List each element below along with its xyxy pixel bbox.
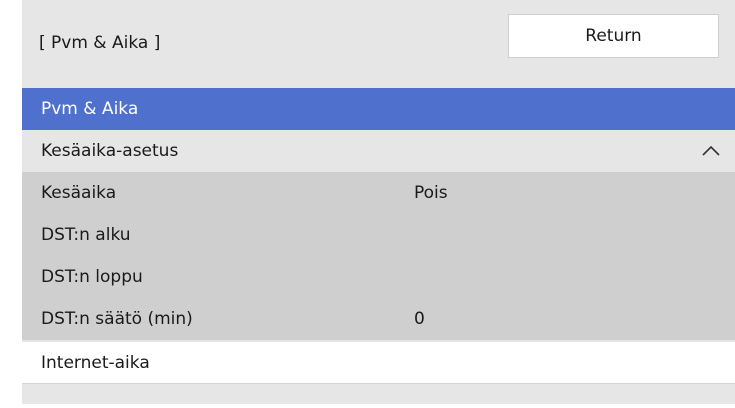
menu-item-kesaaika-asetus[interactable]: Kesäaika-asetus xyxy=(22,130,735,172)
menu-item-value: Pois xyxy=(414,183,448,203)
menu-list: Pvm & Aika Kesäaika-asetus Kesäaika Pois… xyxy=(22,88,735,404)
menu-item-label: Kesäaika xyxy=(41,183,117,203)
menu-item-label: DST:n säätö (min) xyxy=(41,309,193,329)
chevron-up-icon xyxy=(702,145,720,156)
return-button[interactable]: Return xyxy=(508,14,719,58)
menu-item-label: Pvm & Aika xyxy=(41,99,139,119)
menu-footer xyxy=(22,384,735,404)
menu-item-kesaaika[interactable]: Kesäaika Pois xyxy=(22,172,735,214)
menu-item-value: 0 xyxy=(414,309,425,329)
menu-item-label: DST:n alku xyxy=(41,225,131,245)
menu-item-internet-aika[interactable]: Internet-aika xyxy=(22,342,735,384)
menu-item-label: Internet-aika xyxy=(41,352,150,373)
menu-item-label: Kesäaika-asetus xyxy=(41,141,179,161)
menu-item-label: DST:n loppu xyxy=(41,267,143,287)
settings-panel: [ Pvm & Aika ] Return Pvm & Aika Kesäaik… xyxy=(22,0,735,408)
page-title: [ Pvm & Aika ] xyxy=(39,33,161,53)
menu-item-dst-alku[interactable]: DST:n alku xyxy=(22,214,735,256)
menu-item-pvm-aika[interactable]: Pvm & Aika xyxy=(22,88,735,130)
menu-item-dst-loppu[interactable]: DST:n loppu xyxy=(22,256,735,298)
menu-item-dst-saato[interactable]: DST:n säätö (min) 0 xyxy=(22,298,735,340)
panel-header: [ Pvm & Aika ] Return xyxy=(22,0,735,88)
